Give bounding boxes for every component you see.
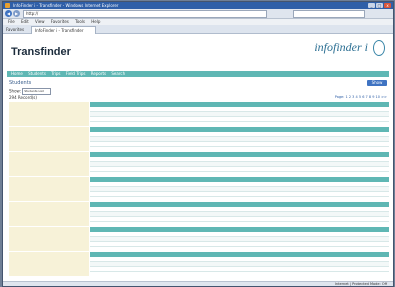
student-grid	[9, 102, 389, 277]
section-title: Students	[9, 80, 32, 86]
tab-bar: Favorites InfoFinder i - Transfinder	[3, 25, 393, 34]
nav-search[interactable]: Search	[111, 71, 125, 76]
student-card[interactable]	[9, 252, 89, 276]
status-bar: Internet | Protected Mode: Off	[3, 281, 393, 286]
brand-title: Transfinder	[11, 46, 71, 58]
student-card[interactable]	[9, 152, 89, 176]
student-group	[9, 202, 389, 226]
status-zone: Internet | Protected Mode: Off	[334, 282, 387, 286]
logo-suffix: i	[364, 40, 368, 54]
page-content: Transfinder infofinder i Home Students T…	[3, 34, 393, 286]
logo-mark-icon	[373, 40, 385, 57]
address-bar: ◀ ▶ http://	[3, 9, 393, 19]
logo-text: infofinder	[314, 40, 362, 54]
trip-table	[90, 102, 389, 126]
show-search-button[interactable]: Show Search	[367, 80, 387, 91]
maximize-button[interactable]: □	[376, 3, 383, 8]
infofinder-logo: infofinder i	[314, 40, 385, 57]
window-title: InfoFinder i - Transfinder - Windows Int…	[13, 3, 119, 8]
table-row[interactable]	[90, 192, 389, 197]
title-bar: InfoFinder i - Transfinder - Windows Int…	[3, 2, 393, 9]
table-row[interactable]	[90, 267, 389, 272]
nav-students[interactable]: Students	[28, 71, 46, 76]
menu-help[interactable]: Help	[91, 19, 100, 24]
trip-table	[90, 252, 389, 276]
nav-home[interactable]: Home	[11, 71, 23, 76]
favorites-button[interactable]: Favorites	[6, 27, 24, 32]
menu-file[interactable]: File	[8, 19, 15, 24]
browser-tab[interactable]: InfoFinder i - Transfinder	[31, 26, 96, 34]
table-row[interactable]	[90, 242, 389, 247]
student-card[interactable]	[9, 177, 89, 201]
menu-edit[interactable]: Edit	[21, 19, 29, 24]
table-row[interactable]	[90, 142, 389, 147]
filter-row: Show: Students List	[9, 88, 52, 95]
filter-label: Show:	[9, 88, 21, 94]
menu-view[interactable]: View	[35, 19, 45, 24]
trip-table	[90, 127, 389, 151]
menu-favorites[interactable]: Favorites	[51, 19, 69, 24]
filter-select[interactable]: Students List	[22, 88, 52, 95]
forward-button[interactable]: ▶	[13, 10, 20, 17]
back-button[interactable]: ◀	[5, 10, 12, 17]
browser-window: InfoFinder i - Transfinder - Windows Int…	[2, 1, 394, 287]
student-group	[9, 152, 389, 176]
student-card[interactable]	[9, 102, 89, 126]
student-card[interactable]	[9, 202, 89, 226]
main-nav: Home Students Trips Field Trips Reports …	[7, 71, 389, 77]
search-input[interactable]	[293, 10, 365, 18]
trip-table	[90, 152, 389, 176]
student-group	[9, 252, 389, 276]
student-group	[9, 177, 389, 201]
record-count: 294 Record(s)	[9, 95, 37, 100]
pager[interactable]: Page: 1 2 3 4 5 6 7 8 9 10 >>	[335, 95, 387, 99]
student-group	[9, 102, 389, 126]
trip-table	[90, 177, 389, 201]
trip-table	[90, 202, 389, 226]
ie-icon	[5, 3, 10, 8]
student-group	[9, 227, 389, 251]
minimize-button[interactable]: _	[368, 3, 375, 8]
trip-table	[90, 227, 389, 251]
student-card[interactable]	[9, 127, 89, 151]
student-card[interactable]	[9, 227, 89, 251]
nav-field-trips[interactable]: Field Trips	[66, 71, 86, 76]
student-group	[9, 127, 389, 151]
nav-trips[interactable]: Trips	[51, 71, 60, 76]
table-row[interactable]	[90, 167, 389, 172]
url-input[interactable]: http://	[23, 10, 267, 18]
menu-tools[interactable]: Tools	[75, 19, 85, 24]
nav-reports[interactable]: Reports	[91, 71, 106, 76]
table-row[interactable]	[90, 217, 389, 222]
table-row[interactable]	[90, 117, 389, 122]
close-button[interactable]: x	[384, 3, 391, 8]
